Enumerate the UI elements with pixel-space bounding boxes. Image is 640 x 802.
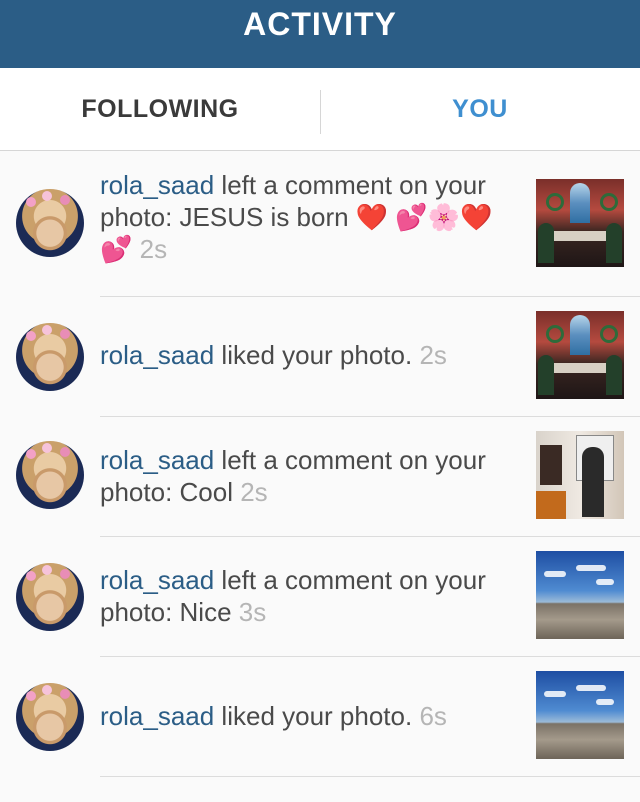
username-link[interactable]: rola_saad bbox=[100, 701, 214, 731]
row-divider bbox=[100, 776, 640, 777]
photo-thumbnail[interactable] bbox=[536, 551, 624, 639]
timestamp: 2s bbox=[139, 234, 168, 264]
timestamp: 2s bbox=[419, 340, 447, 370]
activity-action: liked your photo. bbox=[214, 701, 420, 731]
avatar[interactable] bbox=[16, 441, 84, 509]
header-bar: ACTIVITY bbox=[0, 0, 640, 68]
tab-following[interactable]: FOLLOWING bbox=[0, 68, 320, 150]
activity-text: rola_saad left a comment on your photo: … bbox=[100, 564, 520, 628]
activity-row[interactable]: rola_saad left a comment on your photo: … bbox=[0, 151, 640, 297]
username-link[interactable]: rola_saad bbox=[100, 565, 214, 595]
timestamp: 2s bbox=[240, 477, 268, 507]
username-link[interactable]: rola_saad bbox=[100, 445, 214, 475]
tab-you[interactable]: YOU bbox=[320, 68, 640, 150]
timestamp: 3s bbox=[238, 597, 267, 627]
page-title: ACTIVITY bbox=[243, 6, 397, 42]
activity-text: rola_saad left a comment on your photo: … bbox=[100, 169, 520, 265]
avatar[interactable] bbox=[16, 563, 84, 631]
photo-thumbnail[interactable] bbox=[536, 431, 624, 519]
activity-text: rola_saad left a comment on your photo: … bbox=[100, 444, 520, 508]
activity-text: rola_saad liked your photo. 2s bbox=[100, 339, 520, 371]
avatar[interactable] bbox=[16, 189, 84, 257]
username-link[interactable]: rola_saad bbox=[100, 170, 214, 200]
avatar[interactable] bbox=[16, 683, 84, 751]
activity-text: rola_saad liked your photo. 6s bbox=[100, 700, 520, 732]
tab-bar: FOLLOWING YOU bbox=[0, 68, 640, 151]
activity-row[interactable]: rola_saad left a comment on your photo: … bbox=[0, 537, 640, 657]
photo-thumbnail[interactable] bbox=[536, 179, 624, 267]
avatar[interactable] bbox=[16, 323, 84, 391]
photo-thumbnail[interactable] bbox=[536, 671, 624, 759]
timestamp: 6s bbox=[419, 701, 447, 731]
username-link[interactable]: rola_saad bbox=[100, 340, 214, 370]
activity-row[interactable]: rola_saad liked your photo. 6s bbox=[0, 657, 640, 777]
activity-action: liked your photo. bbox=[214, 340, 420, 370]
activity-row[interactable]: rola_saad left a comment on your photo: … bbox=[0, 417, 640, 537]
activity-row[interactable]: rola_saad liked your photo. 2s bbox=[0, 297, 640, 417]
photo-thumbnail[interactable] bbox=[536, 311, 624, 399]
